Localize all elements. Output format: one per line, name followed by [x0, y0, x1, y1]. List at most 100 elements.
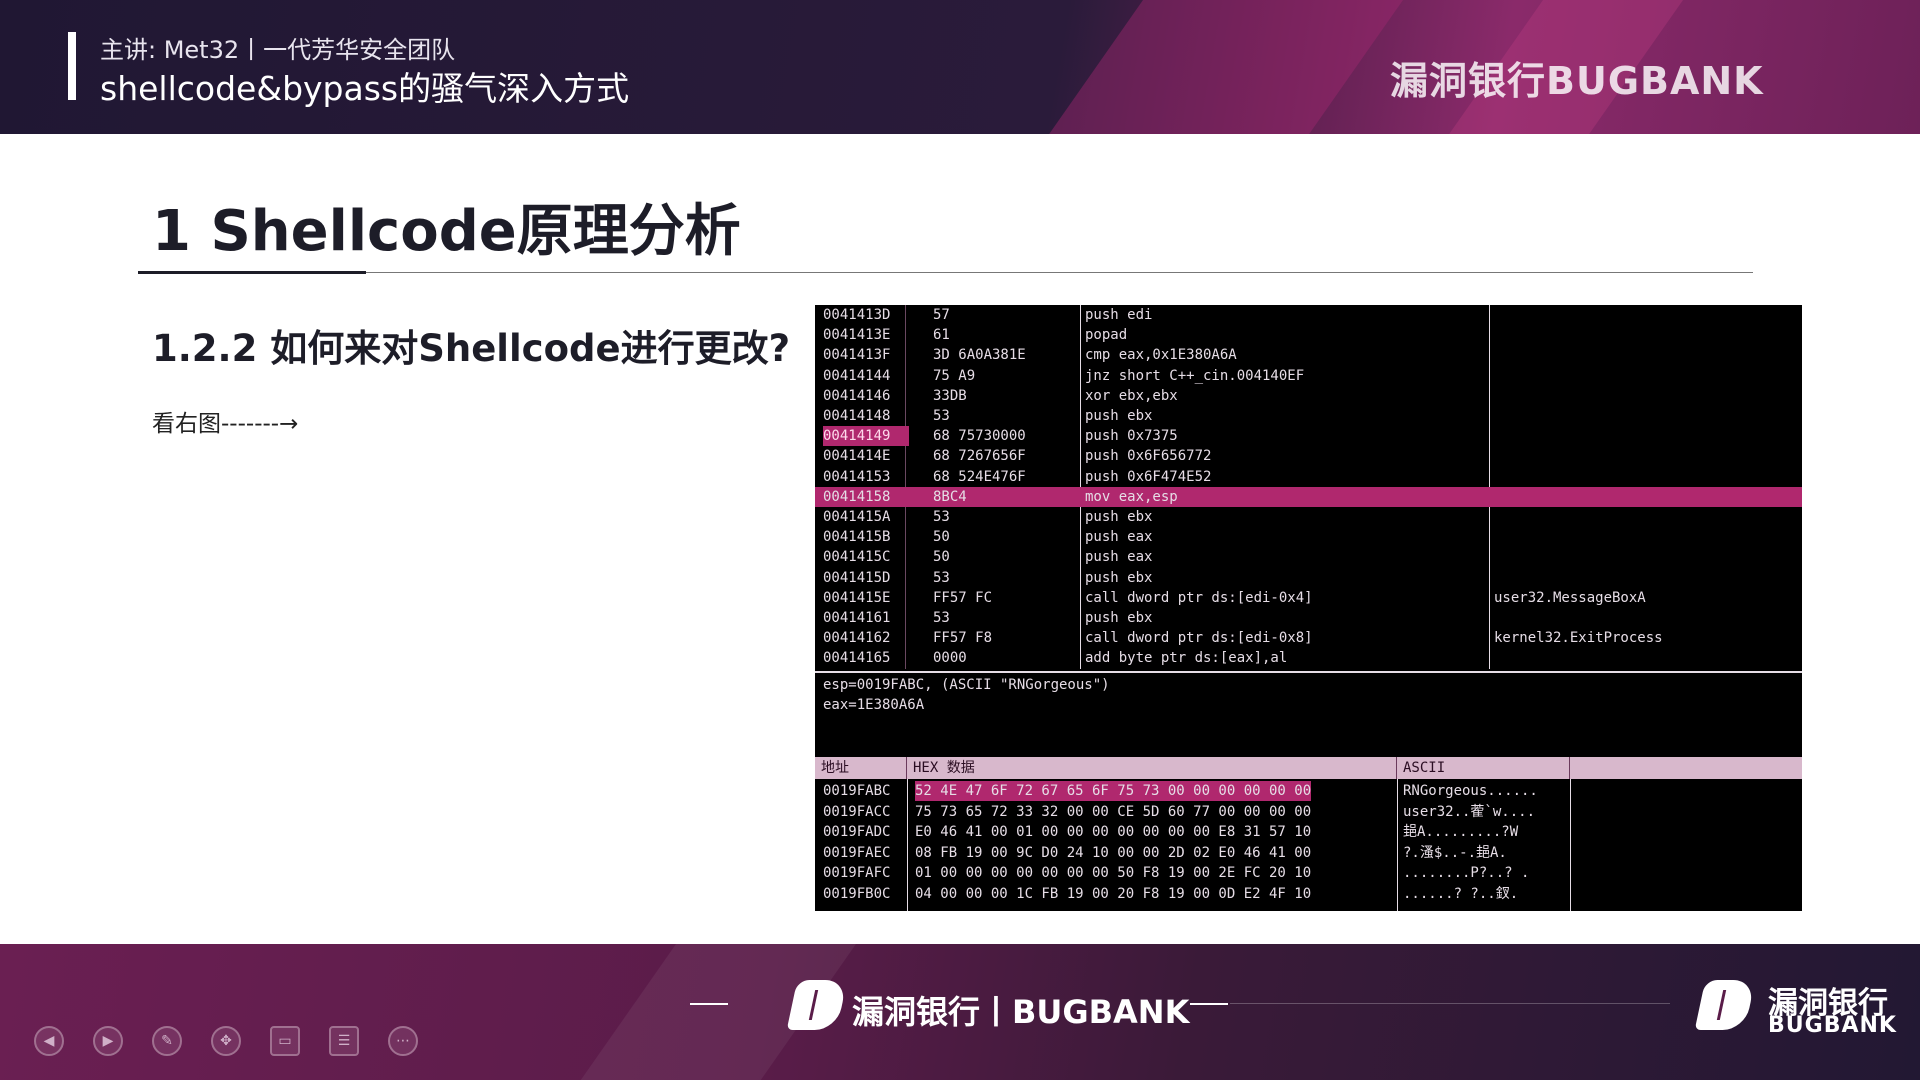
- disasm-address: 0041414E: [823, 448, 891, 465]
- dump-row[interactable]: 0019FABC 52 4E 47 6F 72 67 65 6F 75 73 00…: [815, 781, 1802, 801]
- disasm-row[interactable]: 00414153 68 524E476F push 0x6F474E52: [815, 467, 1802, 487]
- see-right-note: 看右图-------→: [152, 411, 299, 437]
- disasm-instruction: push eax: [1085, 529, 1153, 546]
- disasm-bytes: 50: [933, 529, 950, 546]
- footer-brand: 漏洞银行丨BUGBANK: [852, 993, 1190, 1031]
- dump-hex: E0 46 41 00 01 00 00 00 00 00 00 00 E8 3…: [915, 824, 1312, 840]
- pen-icon[interactable]: ✎: [152, 1026, 182, 1056]
- disasm-row[interactable]: 00414148 53 push ebx: [815, 406, 1802, 426]
- footer-dash: [690, 1003, 728, 1005]
- dump-header-ascii[interactable]: ASCII: [1397, 757, 1570, 779]
- disasm-row[interactable]: 0041413D 57 push edi: [815, 305, 1802, 325]
- disasm-bytes: 0000: [933, 650, 967, 667]
- dump-hex: 75 73 65 72 33 32 00 00 CE 5D 60 77 00 0…: [915, 803, 1312, 820]
- disasm-bytes: 61: [933, 327, 950, 344]
- dump-row[interactable]: 0019FAFC 01 00 00 00 00 00 00 00 50 F8 19…: [815, 863, 1802, 883]
- dump-address: 0019FAEC: [823, 844, 891, 861]
- disasm-row[interactable]: 00414144 75 A9 jnz short C++_cin.004140EF: [815, 366, 1802, 386]
- disasm-instruction: push eax: [1085, 549, 1153, 566]
- debugger-screenshot: 0041413D 57 push edi 0041413E 61 popad 0041413…: [815, 305, 1802, 911]
- disasm-address: 00414165: [823, 650, 891, 667]
- disasm-address: 00414148: [823, 408, 891, 424]
- disasm-address: 0041413F: [823, 347, 891, 364]
- disasm-comment: kernel32.ExitProcess: [1494, 630, 1663, 647]
- disasm-row[interactable]: 0041415E FF57 FC call dword ptr ds:[edi-0x…: [815, 588, 1802, 608]
- disasm-row[interactable]: 00414146 33DB xor ebx,ebx: [815, 386, 1802, 406]
- speaker-line: 主讲: Met32丨一代芳华安全团队: [100, 36, 456, 64]
- disasm-instruction: jnz short C++_cin.004140EF: [1085, 367, 1305, 384]
- disasm-instruction: push ebx: [1085, 509, 1153, 525]
- footer-line: [1230, 1003, 1670, 1004]
- dump-row[interactable]: 0019FACC 75 73 65 72 33 32 00 00 CE 5D 60…: [815, 802, 1802, 822]
- disasm-row[interactable]: 00414165 0000 add byte ptr ds:[eax],al: [815, 648, 1802, 668]
- disasm-instruction: cmp eax,0x1E380A6A: [1085, 347, 1237, 364]
- disasm-row[interactable]: 0041415D 53 push ebx: [815, 568, 1802, 588]
- disasm-instruction: push 0x7375: [1085, 428, 1178, 445]
- dump-address: 0019FABC: [823, 783, 891, 799]
- disasm-address: 0041415A: [823, 509, 891, 525]
- disasm-row[interactable]: 0041413E 61 popad: [815, 325, 1802, 345]
- disasm-row[interactable]: 0041414E 68 7267656F push 0x6F656772: [815, 446, 1802, 466]
- disasm-row[interactable]: 0041415B 50 push eax: [815, 527, 1802, 547]
- pointer-icon[interactable]: ✥: [211, 1026, 241, 1056]
- disasm-bytes: 53: [933, 610, 950, 626]
- dump-row[interactable]: 0019FB0C 04 00 00 00 1C FB 19 00 20 F8 19…: [815, 884, 1802, 904]
- disasm-instruction: push 0x6F474E52: [1085, 468, 1212, 485]
- disasm-row[interactable]: 0041415A 53 push ebx: [815, 507, 1802, 527]
- disasm-row[interactable]: 00414149 68 75730000 push 0x7375: [815, 426, 1802, 447]
- disasm-row[interactable]: 0041415C 50 push eax: [815, 547, 1802, 567]
- disasm-address: 00414158: [823, 488, 891, 505]
- dump-ascii: ?.溞$..-.郌A.: [1403, 844, 1507, 861]
- notes-icon[interactable]: ☰: [329, 1026, 359, 1056]
- next-icon[interactable]: ▶: [93, 1026, 123, 1056]
- dump-address: 0019FB0C: [823, 885, 891, 902]
- dump-row[interactable]: 0019FADC E0 46 41 00 01 00 00 00 00 00 00…: [815, 822, 1802, 842]
- dump-row[interactable]: 0019FAEC 08 FB 19 00 9C D0 24 10 00 00 2D…: [815, 843, 1802, 863]
- disasm-instruction: add byte ptr ds:[eax],al: [1085, 650, 1288, 667]
- disasm-row[interactable]: 00414161 53 push ebx: [815, 608, 1802, 628]
- disasm-bytes: 75 A9: [933, 367, 976, 384]
- disasm-bytes: FF57 FC: [933, 589, 993, 606]
- more-icon[interactable]: ⋯: [388, 1026, 418, 1056]
- dump-address: 0019FACC: [823, 803, 891, 820]
- disasm-instruction: mov eax,esp: [1085, 488, 1178, 505]
- disassembly-pane: 0041413D 57 push edi 0041413E 61 popad 0041413…: [815, 305, 1802, 669]
- memory-dump-pane: 地址 HEX 数据 ASCII 0019FABC 52 4E 47 6F 72 6…: [815, 757, 1802, 911]
- dump-ascii: ........P?..? .: [1403, 865, 1530, 881]
- disasm-address: 00414162: [823, 630, 891, 647]
- camera-icon[interactable]: ▭: [270, 1026, 300, 1056]
- dump-ascii: RNGorgeous......: [1403, 783, 1538, 799]
- disasm-bytes: 57: [933, 307, 950, 323]
- disasm-instruction: call dword ptr ds:[edi-0x8]: [1085, 630, 1313, 647]
- disasm-instruction: push ebx: [1085, 610, 1153, 626]
- disasm-bytes: 53: [933, 569, 950, 586]
- disasm-bytes: 3D 6A0A381E: [933, 347, 1026, 364]
- disasm-row[interactable]: 00414162 FF57 F8 call dword ptr ds:[edi-0x…: [815, 628, 1802, 648]
- disasm-instruction: push 0x6F656772: [1085, 448, 1212, 465]
- prev-icon[interactable]: ◀: [34, 1026, 64, 1056]
- disasm-address: 0041413E: [823, 327, 891, 344]
- title-underline: [138, 271, 366, 274]
- dump-header-hex[interactable]: HEX 数据: [907, 757, 1397, 779]
- disasm-bytes: 68 75730000: [933, 428, 1026, 445]
- dump-ascii: 郌A.........?W: [1403, 824, 1519, 840]
- info-line: esp=0019FABC, (ASCII "RNGorgeous"): [823, 677, 1110, 693]
- disasm-address: 0041415E: [823, 589, 891, 606]
- disasm-address: 00414146: [823, 387, 891, 404]
- disasm-address: 0041413D: [823, 307, 891, 323]
- disasm-comment: user32.MessageBoxA: [1494, 589, 1646, 606]
- dump-header-address[interactable]: 地址: [815, 757, 907, 779]
- dump-address: 0019FADC: [823, 824, 891, 840]
- disasm-instruction: push ebx: [1085, 569, 1153, 586]
- course-title: shellcode&bypass的骚气深入方式: [100, 69, 630, 108]
- disasm-address: 0041415D: [823, 569, 891, 586]
- disasm-address: 0041415B: [823, 529, 891, 546]
- dump-address: 0019FAFC: [823, 865, 891, 881]
- disasm-row[interactable]: 0041413F 3D 6A0A381E cmp eax,0x1E380A6A: [815, 345, 1802, 365]
- disasm-row[interactable]: 00414158 8BC4 mov eax,esp: [815, 486, 1802, 507]
- dump-hex: 04 00 00 00 1C FB 19 00 20 F8 19 00 0D E…: [915, 885, 1312, 902]
- corner-brand-en: BUGBANK: [1768, 1013, 1897, 1038]
- slide-title: 1 Shellcode原理分析: [152, 199, 741, 264]
- disasm-address: 00414153: [823, 468, 891, 485]
- info-line: eax=1E380A6A: [823, 697, 925, 713]
